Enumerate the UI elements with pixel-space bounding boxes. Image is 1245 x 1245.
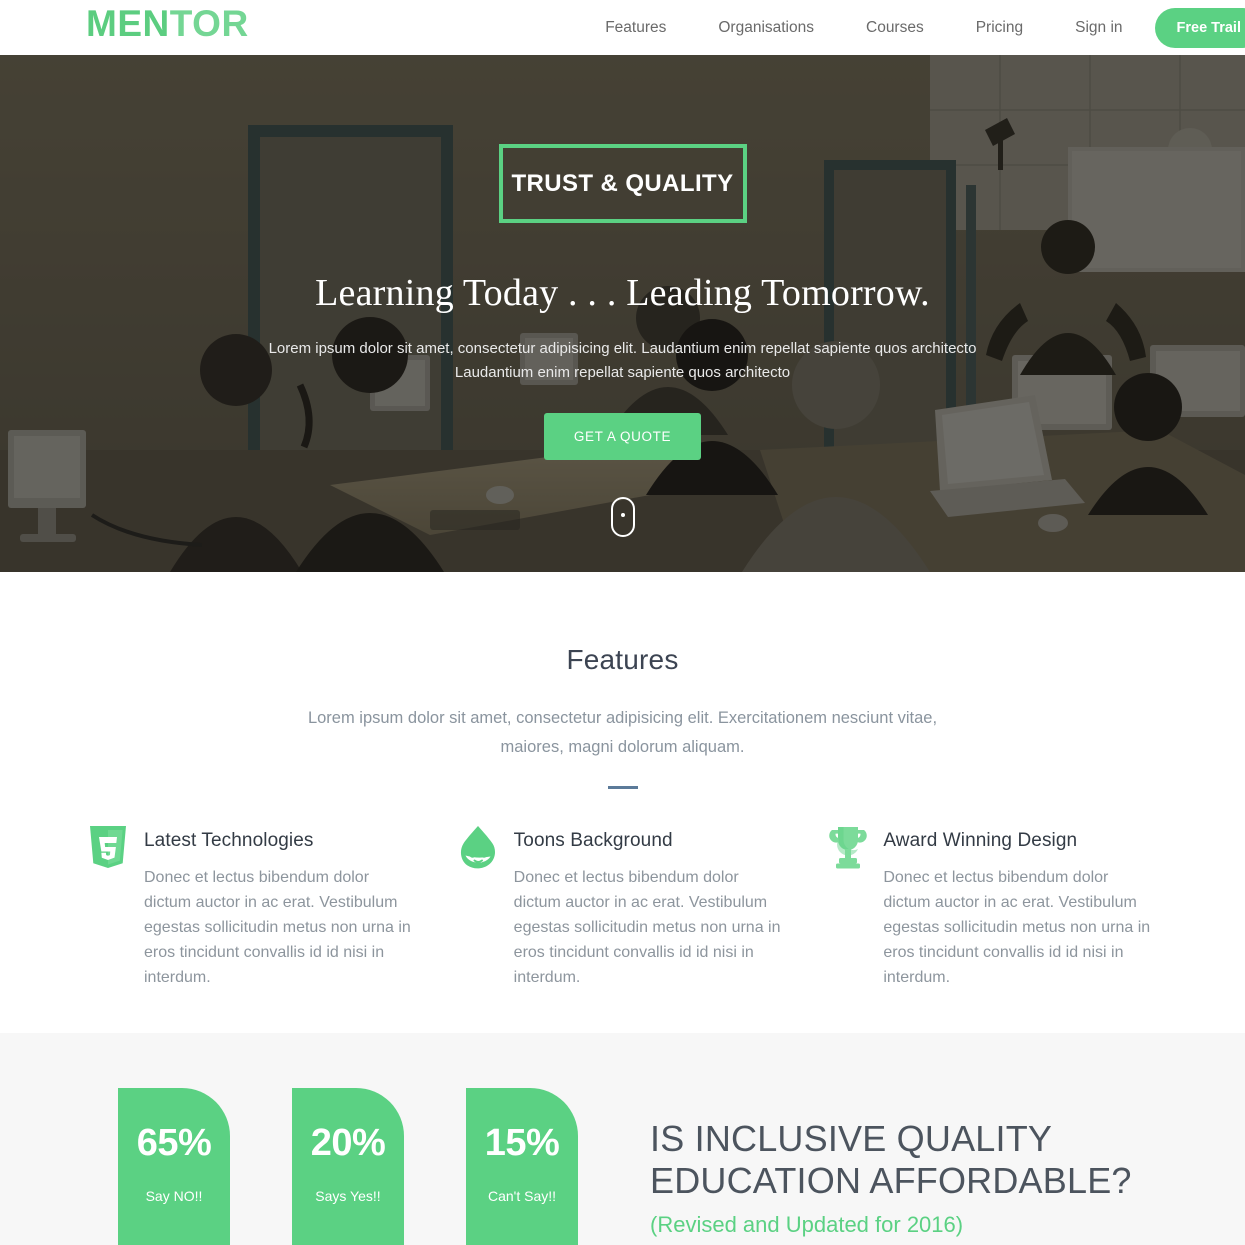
hero-section: TRUST & QUALITY Learning Today . . . Lea… [0,55,1245,572]
stat-value: 65% [136,1122,212,1164]
stat-label: Can't Say!! [487,1188,557,1204]
stats-headline-line-1: IS INCLUSIVE QUALITY [650,1118,1053,1159]
stat-label: Says Yes!! [315,1188,381,1204]
trophy-icon [827,823,883,990]
feature-item-latest-technologies: Latest Technologies Donec et lectus bibe… [88,823,458,990]
nav-link-sign-in[interactable]: Sign in [1075,19,1122,37]
feature-title: Toons Background [513,830,673,851]
stat-card-say-no: 65% Say NO!! [118,1088,230,1245]
feature-item-toons-background: Toons Background Donec et lectus bibendu… [458,823,828,990]
hero-content: TRUST & QUALITY Learning Today . . . Lea… [0,144,1245,537]
stat-label: Say NO!! [145,1188,203,1204]
nav-links: Features Organisations Courses Pricing S… [605,0,1245,55]
nav-link-pricing[interactable]: Pricing [976,19,1023,37]
features-title: Features [566,644,679,675]
stat-card-says-yes: 20% Says Yes!! [292,1088,404,1245]
stats-section: 65% Say NO!! 20% Says Yes!! 15% Can't Sa… [0,1033,1245,1245]
drupal-droplet-icon [458,823,514,990]
hero-badge-label: TRUST & QUALITY [511,169,734,197]
feature-text: Donec et lectus bibendum dolor dictum au… [144,869,411,986]
stats-cards: 65% Say NO!! 20% Says Yes!! 15% Can't Sa… [0,1088,578,1245]
hero-badge: TRUST & QUALITY [498,144,747,223]
stats-note: (Revised and Updated for 2016) [650,1212,964,1237]
section-divider [607,786,638,789]
top-navbar: MENTOR Features Organisations Courses Pr… [0,0,1245,55]
hero-title: Learning Today . . . Leading Tomorrow. [315,272,930,314]
feature-title: Award Winning Design [883,830,1078,851]
mouse-scroll-icon[interactable] [610,497,635,537]
stats-headline-block: IS INCLUSIVE QUALITY EDUCATION AFFORDABL… [578,1088,1132,1238]
free-trial-button[interactable]: Free Trail [1154,7,1245,48]
hero-subtitle-line-1: Lorem ipsum dolor sit amet, consectetur … [268,340,977,357]
css3-shield-icon [88,823,144,990]
nav-link-courses[interactable]: Courses [866,19,924,37]
feature-body: Award Winning Design Donec et lectus bib… [883,823,1157,990]
feature-item-award-winning-design: Award Winning Design Donec et lectus bib… [827,823,1157,990]
feature-body: Toons Background Donec et lectus bibendu… [514,823,788,990]
features-row: Latest Technologies Donec et lectus bibe… [0,823,1245,990]
nav-link-organisations[interactable]: Organisations [718,19,814,37]
hero-subtitle-line-2: Laudantium enim repellat sapiente quos a… [454,364,791,381]
feature-text: Donec et lectus bibendum dolor dictum au… [513,869,781,986]
feature-text: Donec et lectus bibendum dolor dictum au… [883,869,1151,986]
feature-body: Latest Technologies Donec et lectus bibe… [144,823,418,990]
nav-link-features[interactable]: Features [605,19,666,37]
logo-text-secondary: TOR [169,3,249,44]
stat-card-cant-say: 15% Can't Say!! [466,1088,578,1245]
site-logo[interactable]: MENTOR [86,2,249,46]
stat-value: 15% [484,1122,560,1164]
logo-text-primary: MEN [86,3,170,44]
get-a-quote-button[interactable]: GET A QUOTE [543,413,702,460]
features-section: Features Lorem ipsum dolor sit amet, con… [0,572,1245,1033]
feature-title: Latest Technologies [144,830,314,851]
stats-headline-line-2: EDUCATION AFFORDABLE? [650,1160,1132,1201]
features-subtitle: Lorem ipsum dolor sit amet, consectetur … [307,709,938,756]
stat-value: 20% [310,1122,386,1164]
